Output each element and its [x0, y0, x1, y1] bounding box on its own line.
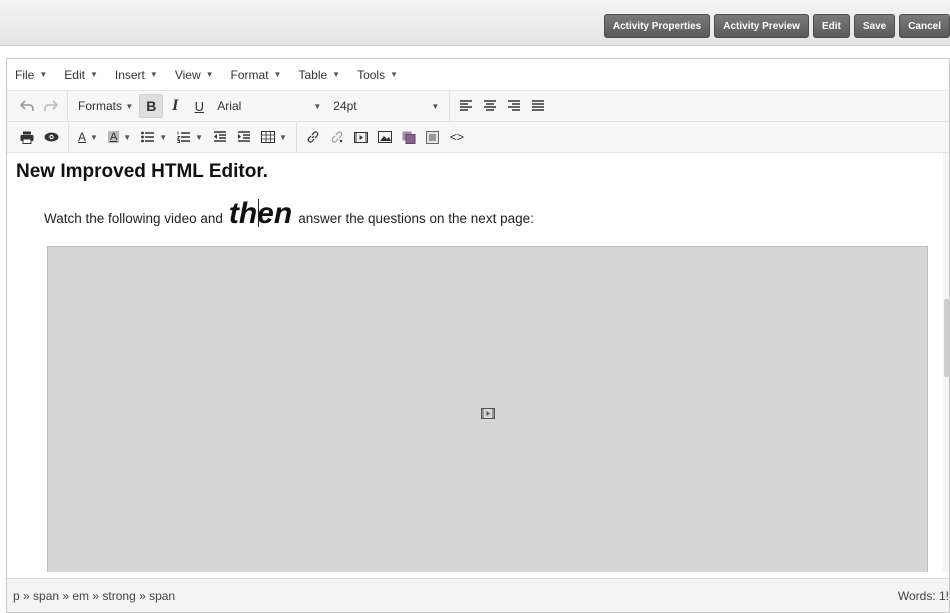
eye-icon[interactable] [39, 125, 64, 149]
menu-tools[interactable]: Tools ▼ [357, 68, 398, 82]
paragraph-text-after: answer the questions on the next page: [298, 211, 534, 226]
chevron-down-icon: ▼ [159, 132, 168, 142]
chevron-down-icon: ▼ [313, 101, 322, 111]
align-group [450, 91, 554, 121]
italic-button[interactable]: I [163, 94, 187, 118]
content-scrollbar[interactable] [943, 153, 949, 572]
page-title: New Improved HTML Editor. [16, 161, 268, 182]
text-cursor [257, 199, 259, 227]
chevron-down-icon: ▼ [195, 132, 204, 142]
underline-button[interactable]: U [187, 94, 211, 118]
source-code-icon[interactable]: <> [445, 125, 469, 149]
insert-group: <> [297, 122, 473, 152]
font-size-value: 24pt [333, 99, 357, 113]
menu-view-label: View [174, 67, 201, 82]
chevron-down-icon: ▼ [390, 70, 399, 79]
chevron-down-icon: ▼ [149, 70, 158, 79]
instruction-paragraph: Watch the following video and then answe… [44, 197, 534, 231]
menu-tools-label: Tools [357, 67, 386, 82]
media-icon[interactable] [349, 125, 373, 149]
chevron-down-icon: ▼ [279, 132, 287, 142]
edit-button[interactable]: Edit [812, 14, 850, 38]
list-group: A ▼ A ▼ ▼ ▼ ▼ [69, 122, 297, 152]
menu-insert-label: Insert [114, 67, 145, 82]
align-center-icon[interactable] [478, 94, 502, 118]
chevron-down-icon: ▼ [123, 132, 132, 142]
bullet-list-icon[interactable]: ▼ [136, 125, 172, 149]
indent-icon[interactable] [232, 125, 256, 149]
redo-icon[interactable] [39, 94, 63, 118]
emphasized-word-text: then [228, 197, 293, 230]
action-buttons: Activity Properties Activity Preview Edi… [603, 14, 950, 38]
menu-view[interactable]: View ▼ [175, 68, 214, 82]
menu-format[interactable]: Format ▼ [231, 68, 282, 82]
toolbar-row-1: Formats ▼ B I U Arial ▼ 24pt ▼ [7, 91, 949, 122]
print-icon[interactable] [15, 125, 39, 149]
video-placeholder-icon [480, 408, 495, 419]
toolbar-row-2: A ▼ A ▼ ▼ ▼ ▼ <> [7, 122, 949, 153]
video-placeholder[interactable] [47, 246, 928, 572]
menu-table-label: Table [298, 67, 328, 82]
template-icon[interactable] [397, 125, 421, 149]
format-group: Formats ▼ B I U Arial ▼ 24pt ▼ [68, 91, 451, 121]
code-sample-icon[interactable] [421, 125, 445, 149]
save-button[interactable]: Save [853, 14, 896, 38]
undo-icon[interactable] [15, 94, 39, 118]
chevron-down-icon: ▼ [125, 101, 134, 111]
html-editor: File ▼ Edit ▼ Insert ▼ View ▼ Format ▼ Table ▼… [6, 58, 950, 613]
chevron-down-icon: ▼ [332, 70, 341, 79]
activity-preview-button[interactable]: Activity Preview [714, 14, 809, 38]
outdent-icon[interactable] [208, 125, 232, 149]
font-family-select[interactable]: Arial ▼ [211, 99, 327, 113]
editor-content[interactable]: New Improved HTML Editor. Watch the foll… [7, 153, 949, 572]
bold-label: B [146, 98, 157, 114]
paragraph-text-before: Watch the following video and [44, 211, 223, 226]
chevron-down-icon: ▼ [90, 132, 98, 142]
menu-edit[interactable]: Edit ▼ [64, 68, 98, 82]
formats-dropdown[interactable]: Formats ▼ [72, 99, 139, 113]
italic-label: I [172, 97, 179, 114]
chevron-down-icon: ▼ [89, 70, 98, 79]
background-color-icon[interactable]: A ▼ [103, 125, 136, 149]
print-group [11, 122, 69, 152]
chevron-down-icon: ▼ [431, 101, 440, 111]
align-justify-icon[interactable] [526, 94, 550, 118]
action-bar: Activity Properties Activity Preview Edi… [0, 0, 950, 46]
chevron-down-icon: ▼ [39, 70, 48, 79]
formats-label: Formats [78, 99, 123, 113]
numbered-list-icon[interactable]: ▼ [172, 125, 208, 149]
underline-label: U [194, 98, 204, 114]
align-left-icon[interactable] [454, 94, 478, 118]
chevron-down-icon: ▼ [273, 70, 282, 79]
emphasized-word: then [229, 197, 292, 231]
history-group [11, 91, 68, 121]
menu-format-label: Format [230, 67, 269, 82]
menu-insert[interactable]: Insert ▼ [115, 68, 158, 82]
menu-file[interactable]: File ▼ [15, 68, 47, 82]
text-color-icon[interactable]: A ▼ [73, 125, 103, 149]
cancel-button[interactable]: Cancel [899, 14, 950, 38]
font-size-select[interactable]: 24pt ▼ [327, 99, 445, 113]
chevron-down-icon: ▼ [205, 70, 214, 79]
menu-file-label: File [15, 67, 35, 82]
image-icon[interactable] [373, 125, 397, 149]
align-right-icon[interactable] [502, 94, 526, 118]
table-icon[interactable]: ▼ [256, 125, 292, 149]
status-bar: p » span » em » strong » span Words: 1! [7, 578, 949, 612]
word-count: Words: 1! [897, 588, 949, 603]
menu-table[interactable]: Table ▼ [298, 68, 340, 82]
unlink-icon[interactable] [325, 125, 349, 149]
scrollbar-thumb[interactable] [944, 299, 949, 377]
link-icon[interactable] [301, 125, 325, 149]
font-family-value: Arial [217, 99, 242, 113]
menu-edit-label: Edit [64, 67, 85, 82]
bold-button[interactable]: B [139, 94, 164, 118]
menu-bar: File ▼ Edit ▼ Insert ▼ View ▼ Format ▼ Table ▼… [7, 59, 949, 91]
activity-properties-button[interactable]: Activity Properties [603, 14, 711, 38]
element-path[interactable]: p » span » em » strong » span [13, 589, 175, 603]
